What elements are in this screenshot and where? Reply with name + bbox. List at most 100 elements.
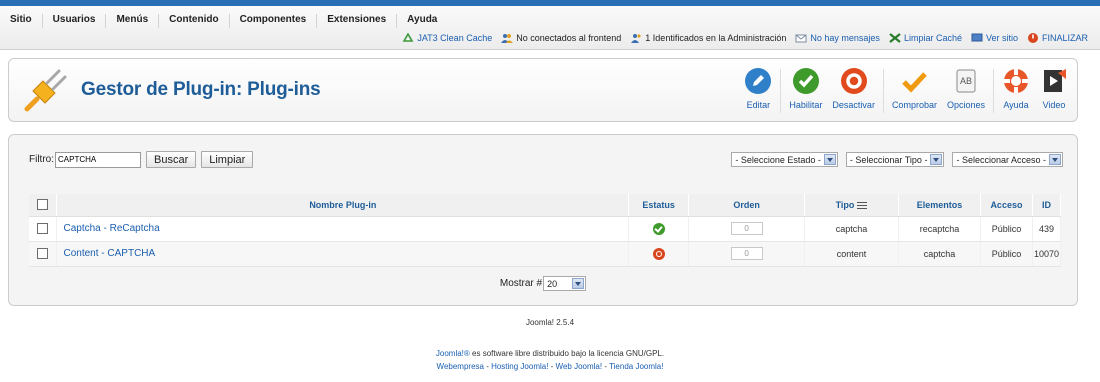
options-icon: AB — [952, 67, 980, 95]
search-button[interactable]: Buscar — [146, 151, 197, 168]
menu-extensiones[interactable]: Extensiones — [317, 14, 398, 28]
power-icon — [1027, 33, 1039, 43]
user-icon — [630, 33, 642, 43]
chevron-down-icon — [930, 154, 943, 165]
select-all-checkbox[interactable] — [37, 199, 49, 211]
video-button[interactable]: Video — [1035, 65, 1073, 117]
main-menu: Sitio Usuarios Menús Contenido Component… — [10, 14, 447, 28]
svg-text:AB: AB — [960, 76, 972, 86]
menu-componentes[interactable]: Componentes — [230, 14, 318, 28]
video-icon — [1040, 67, 1068, 95]
footer-link-web[interactable]: Web Joomla! — [556, 362, 603, 371]
id-cell: 10070 — [1032, 241, 1062, 267]
limit-select[interactable]: 20 — [543, 276, 587, 291]
options-button[interactable]: AB Opciones — [942, 65, 990, 117]
frontend-users-status: No conectados al frontend — [501, 33, 621, 43]
column-header-element[interactable]: Elementos — [898, 194, 981, 217]
type-cell: content — [804, 241, 899, 267]
disabled-status-icon[interactable] — [652, 247, 665, 260]
menu-usuarios[interactable]: Usuarios — [43, 14, 107, 28]
status-cell — [628, 241, 690, 267]
order-input[interactable]: 0 — [730, 222, 763, 235]
column-header-access[interactable]: Acceso — [980, 194, 1033, 217]
users-icon — [501, 33, 514, 43]
type-header-label: Tipo — [835, 199, 855, 210]
chevron-down-icon — [572, 278, 585, 289]
footer-links: Webempresa - Hosting Joomla! - Web Jooml… — [0, 362, 1100, 371]
access-select-value: - Seleccionar Acceso - — [956, 154, 1046, 165]
column-header-status[interactable]: Estatus — [628, 194, 690, 217]
filter-search-input[interactable] — [55, 151, 141, 168]
row-checkbox[interactable] — [37, 248, 49, 260]
pencil-icon — [744, 67, 772, 95]
edit-button[interactable]: Editar — [739, 65, 777, 117]
element-cell: recaptcha — [898, 216, 981, 242]
access-select[interactable]: - Seleccionar Acceso - — [952, 152, 1063, 167]
filter-label: Filtro: — [29, 154, 54, 165]
table-header-row: Nombre Plug-in Estatus Orden Tipo Elemen… — [29, 194, 1062, 217]
frontend-users-label: No conectados al frontend — [516, 33, 622, 43]
help-label: Ayuda — [1003, 100, 1029, 110]
row-select-cell — [29, 241, 58, 267]
view-site-link[interactable]: Ver sitio — [971, 33, 1018, 43]
state-select[interactable]: - Seleccione Estado - — [731, 152, 838, 167]
check-circle-icon — [792, 67, 820, 95]
edit-label: Editar — [746, 100, 771, 110]
footer-link-hosting[interactable]: Hosting Joomla! — [491, 362, 548, 371]
enable-button[interactable]: Habilitar — [784, 65, 827, 117]
clear-cache-link[interactable]: Limpiar Caché — [889, 33, 962, 43]
video-label: Video — [1042, 100, 1066, 110]
mail-icon — [795, 33, 807, 43]
column-header-type[interactable]: Tipo — [804, 194, 899, 217]
menu-sitio[interactable]: Sitio — [10, 14, 43, 28]
footer-separator: - — [483, 362, 492, 371]
footer: Joomla! 2.5.4 Joomla!® es software libre… — [0, 318, 1100, 375]
pagination-limit: Mostrar # 20 — [9, 276, 1077, 291]
jat3-clean-cache-link[interactable]: JAT3 Clean Cache — [402, 32, 492, 43]
column-header-name[interactable]: Nombre Plug-in — [56, 194, 630, 217]
element-cell: captcha — [898, 241, 981, 267]
plugin-name-link[interactable]: Content - CAPTCHA — [56, 241, 630, 267]
plugin-name-link[interactable]: Captcha - ReCaptcha — [56, 216, 630, 242]
check-in-button[interactable]: Comprobar — [887, 65, 942, 117]
options-label: Opciones — [946, 100, 985, 110]
license-text: es software libre distribuido bajo la li… — [469, 349, 665, 358]
footer-separator: - — [548, 362, 556, 371]
logout-link[interactable]: FINALIZAR — [1027, 33, 1088, 43]
disable-circle-icon — [840, 67, 868, 95]
type-select[interactable]: - Seleccionar Tipo - — [845, 152, 945, 167]
license-line: Joomla!® es software libre distribuido b… — [0, 349, 1100, 358]
check-in-label: Comprobar — [891, 100, 937, 110]
footer-link-webempresa[interactable]: Webempresa — [437, 362, 484, 371]
menu-menus[interactable]: Menús — [106, 14, 160, 28]
select-all-header — [29, 194, 58, 217]
menu-ayuda[interactable]: Ayuda — [397, 14, 447, 28]
order-cell: 0 — [688, 241, 806, 267]
joomla-license-link[interactable]: Joomla!® — [436, 349, 470, 358]
order-input[interactable]: 0 — [730, 247, 763, 260]
limit-select-value: 20 — [547, 278, 558, 289]
column-header-id[interactable]: ID — [1032, 194, 1062, 217]
messages-link[interactable]: No hay mensajes — [795, 33, 880, 43]
admin-menu-bar: Sitio Usuarios Menús Contenido Component… — [0, 6, 1100, 50]
header-panel: Gestor de Plug-in: Plug-ins Editar Habil… — [8, 58, 1078, 122]
view-site-label: Ver sitio — [985, 33, 1018, 43]
table-row: Captcha - ReCaptcha 0 captcha recaptcha … — [29, 216, 1062, 242]
version-text: Joomla! 2.5.4 — [525, 318, 575, 327]
clear-cache-icon — [889, 33, 901, 43]
clear-button[interactable]: Limpiar — [201, 151, 254, 168]
enabled-status-icon[interactable] — [652, 222, 665, 235]
status-line: JAT3 Clean Cache No conectados al fronte… — [393, 32, 1088, 43]
access-cell: Público — [980, 241, 1033, 267]
lifebuoy-icon — [1002, 67, 1030, 95]
admin-users-status: 1 Identificados en la Administración — [630, 33, 786, 43]
menu-contenido[interactable]: Contenido — [159, 14, 230, 28]
plugins-table: Nombre Plug-in Estatus Orden Tipo Elemen… — [29, 194, 1062, 267]
row-checkbox[interactable] — [37, 223, 49, 235]
enable-label: Habilitar — [789, 100, 823, 110]
disable-button[interactable]: Desactivar — [827, 65, 880, 117]
footer-link-store[interactable]: Tienda Joomla! — [609, 362, 663, 371]
chevron-down-icon — [823, 154, 836, 165]
help-button[interactable]: Ayuda — [997, 65, 1035, 117]
column-header-order[interactable]: Orden — [688, 194, 806, 217]
